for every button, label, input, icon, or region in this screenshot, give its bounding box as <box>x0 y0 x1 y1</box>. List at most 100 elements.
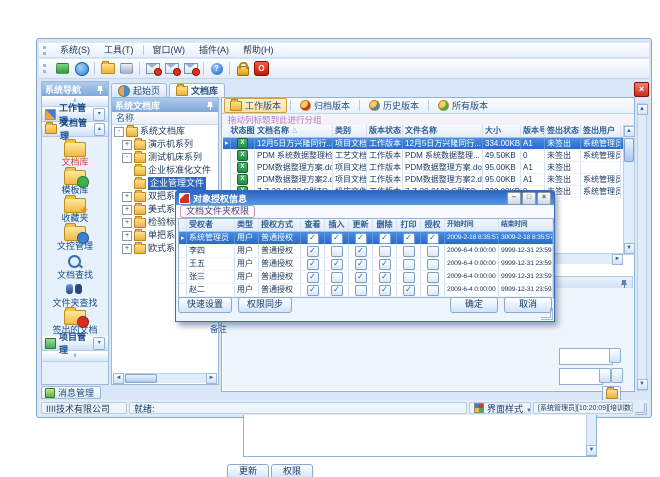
column-header-sorted[interactable]: 文档名称 <box>255 125 333 137</box>
pin-icon[interactable] <box>96 85 105 94</box>
drive-button[interactable] <box>117 60 136 77</box>
version-tab-history[interactable]: 历史版本 <box>363 98 425 113</box>
column-header[interactable]: 授权方式 <box>259 219 301 231</box>
view-checkbox[interactable] <box>307 259 319 270</box>
message-button-1[interactable] <box>143 60 162 77</box>
permission-button[interactable]: 权限 <box>271 464 313 477</box>
menu-system[interactable]: 系统(S) <box>53 43 97 58</box>
grant-checkbox[interactable] <box>427 272 439 283</box>
table-row[interactable]: PDM数据整理方案2.doc 项目文档 工作版本 PDM数据整理方案2.doc … <box>223 174 623 186</box>
ui-style-dropdown[interactable]: 界面样式▼ <box>469 402 531 414</box>
expand-icon[interactable] <box>122 140 132 150</box>
detail-field-1[interactable] <box>559 348 613 365</box>
ok-button[interactable]: 确定 <box>450 297 498 313</box>
nav-section-documents[interactable]: 文档管理 ▴ <box>42 122 108 137</box>
column-header[interactable]: 文件名称 <box>403 125 483 137</box>
scrollbar-thumb[interactable] <box>125 374 157 383</box>
grant-checkbox[interactable] <box>427 233 439 244</box>
column-header[interactable]: 状态图 <box>231 125 255 137</box>
update-checkbox[interactable] <box>355 246 367 257</box>
close-button[interactable]: × <box>537 192 551 205</box>
nav-item-document-library[interactable]: 文档库 <box>42 140 108 168</box>
menu-plugins[interactable]: 插件(A) <box>192 43 236 58</box>
table-row[interactable]: ▸ 12月5日万兴隆同行... 项目文档 工作版本 12月5日万兴隆同行... … <box>223 138 623 150</box>
help-button[interactable] <box>207 60 226 77</box>
expand-icon[interactable] <box>122 192 132 202</box>
scroll-up-icon[interactable]: ▲ <box>637 104 648 115</box>
chevron-down-icon[interactable]: ▾ <box>93 337 105 350</box>
nav-item-doc-search[interactable]: 文档查找 <box>42 252 108 280</box>
scroll-right-icon[interactable]: ► <box>206 373 217 384</box>
message-management-tab[interactable]: 消息管理 <box>41 386 101 399</box>
version-tab-all[interactable]: 所有版本 <box>432 98 494 113</box>
pin-icon[interactable] <box>620 279 629 288</box>
insert-checkbox[interactable] <box>331 285 343 296</box>
network-button[interactable] <box>53 60 72 77</box>
chevron-up-icon[interactable]: ▴ <box>94 123 105 136</box>
field-1-picker-button[interactable] <box>609 348 621 363</box>
globe-button[interactable] <box>72 60 91 77</box>
tree-node-root[interactable]: 系统文档库 <box>112 125 218 138</box>
maximize-button[interactable]: □ <box>522 192 536 205</box>
nav-item-favorites[interactable]: 收藏夹 <box>42 196 108 224</box>
column-header[interactable]: 结束时间 <box>499 219 553 231</box>
column-header[interactable]: 类别 <box>333 125 367 137</box>
scroll-down-icon[interactable]: ▼ <box>637 379 648 390</box>
scroll-up-icon[interactable]: ▲ <box>624 126 635 137</box>
column-header[interactable]: 查看 <box>301 219 325 231</box>
minimize-button[interactable]: – <box>507 192 521 205</box>
view-checkbox[interactable] <box>307 272 319 283</box>
expand-icon[interactable] <box>122 231 132 241</box>
nav-scroll-down[interactable]: ∨ <box>42 351 108 362</box>
column-header[interactable]: 受权者 <box>187 219 235 231</box>
column-header[interactable]: 开始时间 <box>445 219 499 231</box>
message-button-2[interactable] <box>162 60 181 77</box>
view-checkbox[interactable] <box>307 285 319 296</box>
authorization-row[interactable]: 李四 用户 普通授权 2009-6-4 0:00:00 9999-12-31 2… <box>179 245 553 258</box>
scroll-down-icon[interactable]: ▼ <box>624 243 635 254</box>
insert-checkbox[interactable] <box>331 259 343 270</box>
tree-node[interactable]: 测试机床系列 <box>112 151 218 164</box>
nav-item-doc-control[interactable]: 文控管理 <box>42 224 108 252</box>
authorization-row[interactable]: ▸ 系统管理员 用户 普通授权 2009-2-18 8:35:57 3009-2… <box>179 232 553 245</box>
dialog-resize-grip[interactable] <box>541 308 553 320</box>
version-tab-working[interactable]: 工作版本 <box>224 98 287 113</box>
print-checkbox[interactable] <box>403 233 415 244</box>
column-header[interactable]: 类型 <box>235 219 259 231</box>
authorization-row[interactable]: 赵二 用户 普通授权 2009-6-4 0:00:00 9999-12-31 2… <box>179 284 553 297</box>
field-2-extra-button[interactable] <box>611 368 623 383</box>
column-header[interactable]: 签出状态 <box>545 125 581 137</box>
table-vertical-scrollbar[interactable]: ▲ ▼ <box>623 125 635 255</box>
folder-button[interactable] <box>98 60 117 77</box>
insert-checkbox[interactable] <box>331 246 343 257</box>
print-checkbox[interactable] <box>403 272 415 283</box>
tree-name-column-header[interactable]: 名称 <box>112 112 218 125</box>
print-checkbox[interactable] <box>403 259 415 270</box>
insert-checkbox[interactable] <box>331 272 343 283</box>
grant-checkbox[interactable] <box>427 285 439 296</box>
detail-field-2[interactable] <box>559 368 603 385</box>
scroll-left-icon[interactable]: ◄ <box>113 373 124 384</box>
collapse-icon[interactable] <box>114 127 124 137</box>
tree-horizontal-scrollbar[interactable]: ◄ ► <box>113 373 217 383</box>
dialog-title-bar[interactable]: 对象授权信息 – □ × <box>176 191 554 205</box>
resize-grip[interactable] <box>635 403 647 415</box>
lock-button[interactable] <box>233 60 252 77</box>
version-tab-archived[interactable]: 归档版本 <box>294 98 356 113</box>
column-header[interactable]: 版本状态 <box>367 125 403 137</box>
update-checkbox[interactable] <box>355 259 367 270</box>
view-checkbox[interactable] <box>307 233 319 244</box>
insert-checkbox[interactable] <box>331 233 343 244</box>
quick-setup-button[interactable]: 快速设置 <box>178 297 232 313</box>
column-header[interactable]: 打印 <box>397 219 421 231</box>
print-checkbox[interactable] <box>403 246 415 257</box>
column-header[interactable]: 删除 <box>373 219 397 231</box>
update-checkbox[interactable] <box>355 285 367 296</box>
delete-checkbox[interactable] <box>379 259 391 270</box>
table-row[interactable]: PDM 系统数据整理检... 工艺文档 工作版本 PDM 系统数据整理... 4… <box>223 150 623 162</box>
menu-window[interactable]: 窗口(W) <box>146 43 193 58</box>
nav-section-project[interactable]: 项目管理 ▾ <box>42 336 108 351</box>
nav-item-folder-search[interactable]: 文件夹查找 <box>42 280 108 308</box>
expand-icon[interactable] <box>122 205 132 215</box>
grant-checkbox[interactable] <box>427 246 439 257</box>
